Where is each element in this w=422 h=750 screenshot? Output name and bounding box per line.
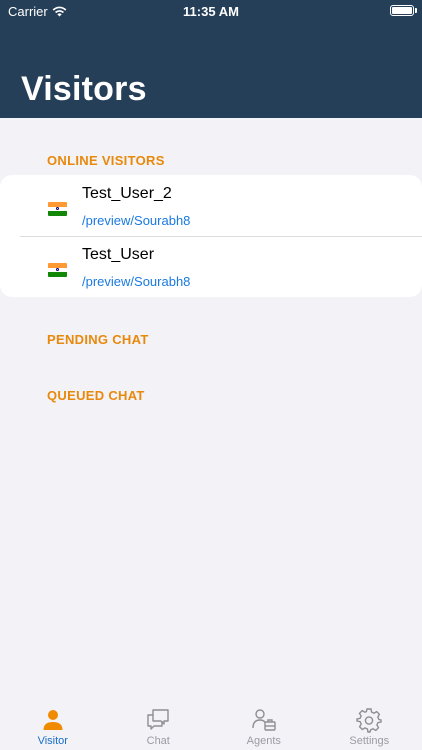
visitor-path-link[interactable]: /preview/Sourabh8: [82, 274, 190, 289]
status-bar: Carrier 11:35 AM: [0, 0, 422, 24]
tab-label: Visitor: [37, 735, 68, 747]
tab-settings[interactable]: Settings: [317, 700, 422, 750]
tab-chat[interactable]: Chat: [106, 700, 212, 750]
india-flag-icon: [48, 202, 67, 216]
tab-label: Agents: [246, 735, 281, 747]
tab-label: Chat: [146, 735, 170, 747]
visitor-path-link[interactable]: /preview/Sourabh8: [82, 213, 190, 228]
visitor-row[interactable]: Test_User_2 /preview/Sourabh8: [0, 175, 422, 236]
battery-icon: [390, 5, 417, 16]
tab-label: Settings: [349, 735, 390, 747]
visitor-name: Test_User: [82, 246, 155, 263]
status-time: 11:35 AM: [183, 4, 239, 19]
section-title-online-visitors: ONLINE VISITORS: [47, 153, 165, 168]
tab-bar: Visitor Chat Agents Settings: [0, 700, 422, 750]
visitor-name: Test_User_2: [82, 185, 172, 202]
header: Carrier 11:35 AM Visitors: [0, 0, 422, 118]
gear-icon: [356, 708, 382, 733]
page-title: Visitors: [21, 70, 147, 108]
tab-visitor[interactable]: Visitor: [0, 700, 106, 750]
tab-agents[interactable]: Agents: [211, 700, 317, 750]
app-root: Carrier 11:35 AM Visitors ONLINE VISITOR…: [0, 0, 422, 750]
section-title-queued-chat: QUEUED CHAT: [47, 388, 145, 403]
section-title-pending-chat: PENDING CHAT: [47, 332, 149, 347]
india-flag-icon: [48, 263, 67, 277]
chat-bubbles-icon: [147, 709, 169, 730]
online-visitors-list: Test_User_2 /preview/Sourabh8 Test_User …: [0, 175, 422, 297]
agents-icon: [252, 709, 276, 731]
person-icon: [43, 710, 63, 730]
visitor-row[interactable]: Test_User /preview/Sourabh8: [0, 236, 422, 297]
